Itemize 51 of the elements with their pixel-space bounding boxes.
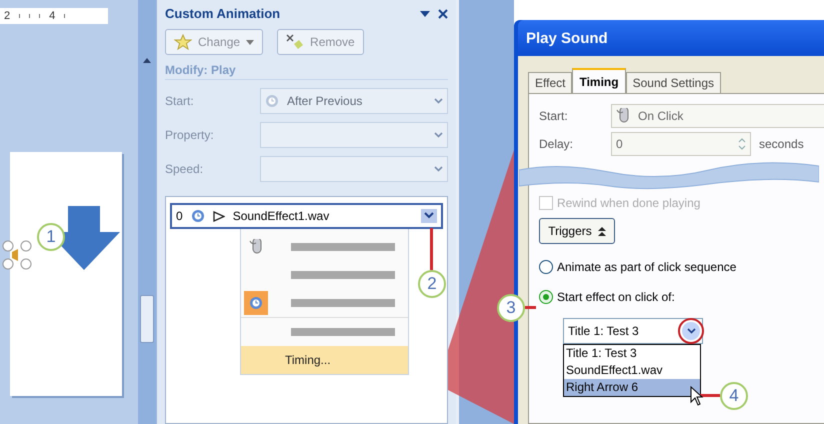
close-icon[interactable] [438,8,448,18]
chevron-down-icon [434,132,443,138]
field-label: Delay: [539,137,574,151]
caret-icon [246,40,254,44]
radio-button[interactable] [539,260,553,274]
chevron-down-icon [434,98,443,104]
clock-icon [265,94,279,108]
ruler-number: 4 [49,10,56,22]
unit-label: seconds [759,137,805,151]
clock-icon [249,296,263,310]
title-bar: Play Sound [518,20,824,56]
dropdown-field[interactable] [260,156,448,182]
collapse-icon [598,226,606,236]
play-icon [212,210,225,222]
spinner-icon [738,138,746,150]
dropdown-option[interactable]: SoundEffect1.wav [564,362,700,379]
delay-spinner[interactable]: 0 [611,132,751,156]
section-heading: Modify: Play [165,63,448,80]
tab[interactable]: Effect [528,72,572,93]
mouse-icon [616,108,630,124]
scroll-up-icon[interactable] [143,58,151,63]
triggers-button[interactable]: Triggers [539,218,615,244]
remove-effect-icon [286,34,304,50]
star-icon [174,34,192,50]
field-label: Start: [539,109,569,123]
leader-line [700,394,720,397]
radio-option[interactable]: Start effect on click of: [539,284,824,310]
clock-icon [190,209,205,223]
tab[interactable]: Sound Settings [626,72,721,93]
dropdown-field[interactable]: After Previous [260,88,448,114]
animation-list-item[interactable]: 0 SoundEffect1.wav [170,203,443,229]
scroll-thumb[interactable] [140,295,154,343]
dropdown-option[interactable]: Title 1: Test 3 [564,345,700,362]
dropdown-option[interactable]: Right Arrow 6 [564,379,700,396]
menu-item[interactable]: Timing... [241,346,408,374]
pane-title: Custom Animation [165,6,280,21]
leader-line [430,228,433,270]
mouse-icon [249,239,263,255]
field-label: Property: [165,128,215,142]
tab[interactable]: Timing [572,68,626,94]
radio-button[interactable] [539,290,553,304]
chevron-down-icon [686,328,696,334]
ruler-number: 2 [4,10,10,22]
start-dropdown[interactable]: On Click [611,104,824,128]
chevron-down-icon [434,166,443,172]
dropdown-icon[interactable] [420,10,430,16]
dropdown-field[interactable] [260,122,448,148]
field-label: Speed: [165,162,204,176]
radio-option[interactable]: Animate as part of click sequence [539,254,824,280]
field-label: Start: [165,94,195,108]
trigger-dropdown[interactable]: Title 1: Test 3 [563,318,703,344]
